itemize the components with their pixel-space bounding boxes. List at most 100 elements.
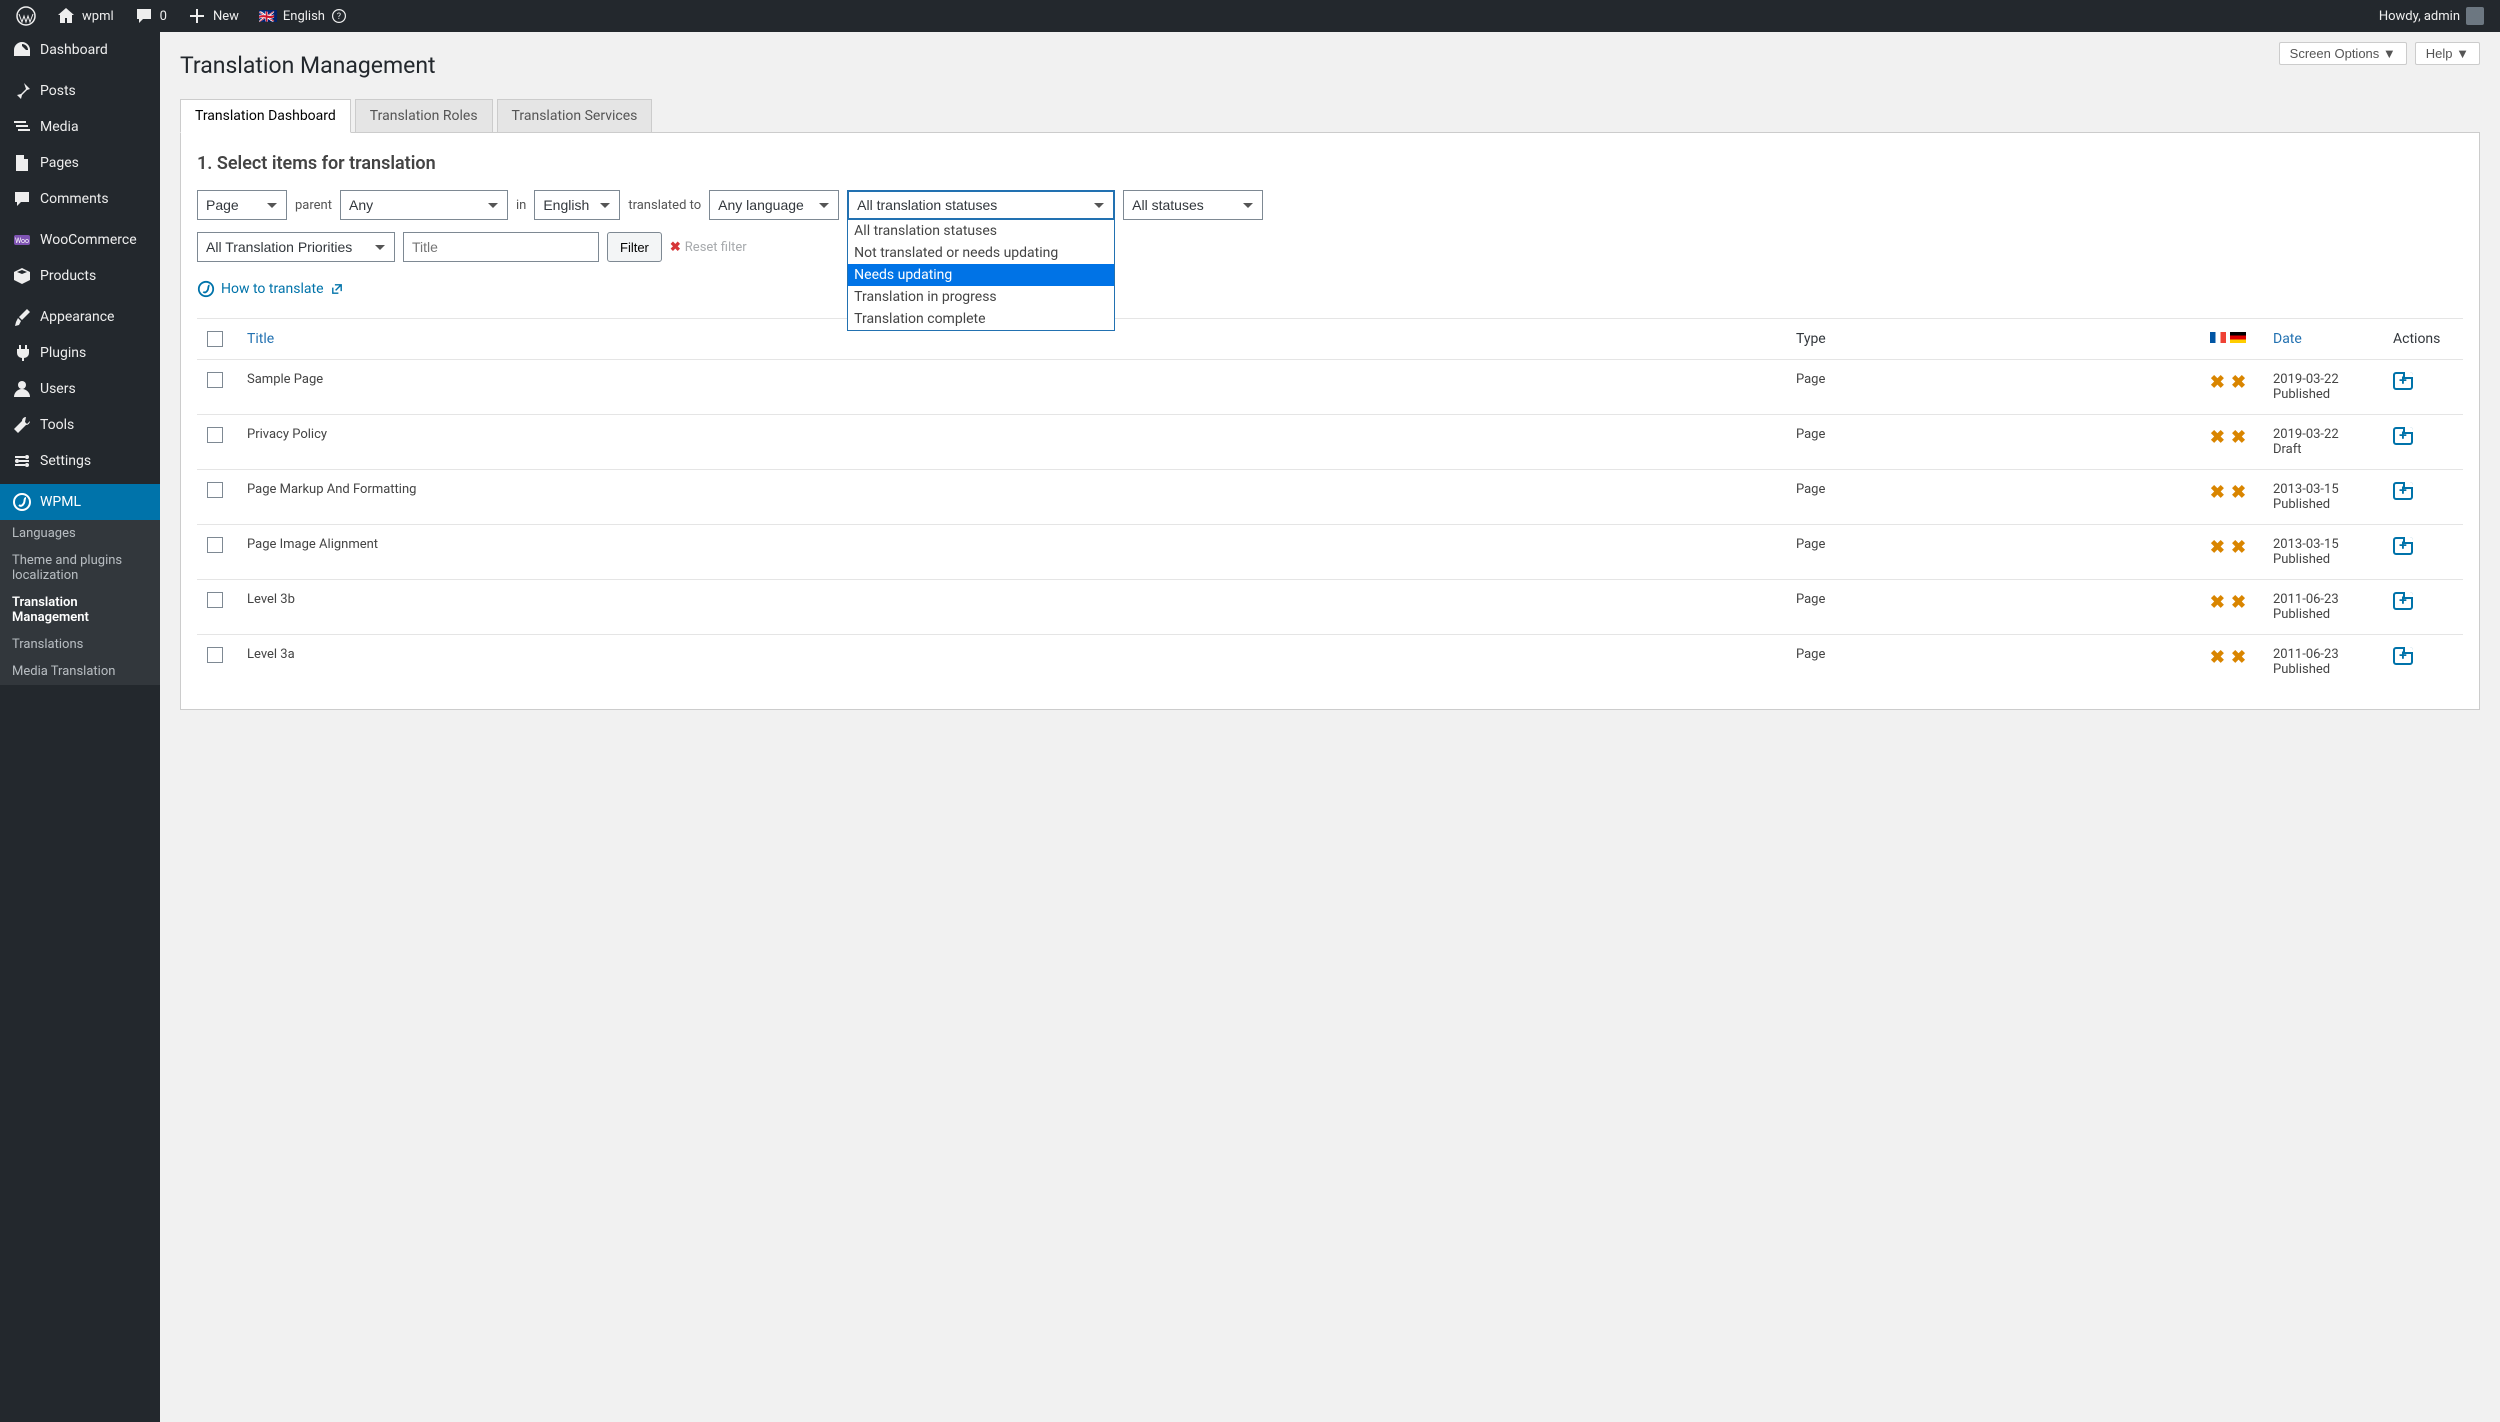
add-translation-button[interactable]: + [2393, 592, 2413, 610]
row-type: Page [1786, 360, 2193, 415]
tab-dashboard[interactable]: Translation Dashboard [180, 99, 351, 133]
add-translation-button[interactable]: + [2393, 537, 2413, 555]
filter-title-input[interactable] [403, 232, 599, 262]
row-date: 2019-03-22 [2273, 427, 2373, 442]
site-link[interactable]: wpml [48, 6, 122, 26]
status-option-all[interactable]: All translation statuses [848, 220, 1114, 242]
svg-text:Woo: Woo [15, 237, 29, 245]
row-checkbox[interactable] [207, 647, 223, 663]
woo-icon: Woo [12, 230, 32, 250]
page-icon [12, 153, 32, 173]
menu-appearance[interactable]: Appearance [0, 299, 160, 335]
not-translated-fr-icon[interactable]: ✖ [2210, 537, 2225, 558]
row-status: Published [2273, 662, 2373, 677]
row-checkbox[interactable] [207, 537, 223, 553]
submenu-media-translation[interactable]: Media Translation [0, 658, 160, 685]
not-translated-fr-icon[interactable]: ✖ [2210, 482, 2225, 503]
menu-dashboard[interactable]: Dashboard [0, 32, 160, 68]
menu-wpml[interactable]: WPML [0, 484, 160, 520]
admin-sidebar: Dashboard Posts Media Pages Comments Woo… [0, 32, 160, 1422]
status-dropdown-list: All translation statuses Not translated … [847, 219, 1115, 331]
items-table: Title Type Date Actions Sample Page [197, 318, 2463, 689]
menu-tools[interactable]: Tools [0, 407, 160, 443]
sliders-icon [12, 451, 32, 471]
wordpress-icon [16, 6, 36, 26]
home-icon [56, 6, 76, 26]
uk-flag-icon: 🇬🇧 [259, 10, 277, 22]
col-type: Type [1786, 319, 2193, 360]
help-button[interactable]: Help ▼ [2415, 42, 2480, 65]
row-date: 2011-06-23 [2273, 647, 2373, 662]
not-translated-de-icon[interactable]: ✖ [2231, 372, 2246, 393]
filter-translation-status[interactable]: All translation statuses [847, 190, 1115, 220]
globe-icon [12, 492, 32, 512]
status-option-complete[interactable]: Translation complete [848, 308, 1114, 330]
menu-settings[interactable]: Settings [0, 443, 160, 479]
in-label: in [516, 198, 526, 213]
select-all-checkbox[interactable] [207, 331, 223, 347]
comments-link[interactable]: 0 [126, 6, 175, 26]
row-title: Level 3a [237, 635, 1786, 690]
not-translated-de-icon[interactable]: ✖ [2231, 482, 2246, 503]
add-translation-button[interactable]: + [2393, 647, 2413, 665]
filter-language[interactable]: English [534, 190, 620, 220]
brush-icon [12, 307, 32, 327]
menu-pages[interactable]: Pages [0, 145, 160, 181]
not-translated-de-icon[interactable]: ✖ [2231, 427, 2246, 448]
menu-woocommerce[interactable]: Woo WooCommerce [0, 222, 160, 258]
not-translated-fr-icon[interactable]: ✖ [2210, 427, 2225, 448]
submenu-translations[interactable]: Translations [0, 631, 160, 658]
row-date: 2011-06-23 [2273, 592, 2373, 607]
filter-button[interactable]: Filter [607, 232, 662, 262]
user-menu[interactable]: Howdy, admin [2371, 7, 2492, 25]
row-checkbox[interactable] [207, 482, 223, 498]
status-option-not-translated[interactable]: Not translated or needs updating [848, 242, 1114, 264]
tab-roles[interactable]: Translation Roles [355, 99, 493, 132]
row-title: Sample Page [237, 360, 1786, 415]
not-translated-de-icon[interactable]: ✖ [2231, 647, 2246, 668]
not-translated-de-icon[interactable]: ✖ [2231, 592, 2246, 613]
svg-text:?: ? [337, 12, 341, 22]
menu-posts[interactable]: Posts [0, 73, 160, 109]
user-icon [12, 379, 32, 399]
reset-filter-link[interactable]: ✖Reset filter [670, 240, 747, 255]
status-option-in-progress[interactable]: Translation in progress [848, 286, 1114, 308]
col-date[interactable]: Date [2263, 319, 2383, 360]
filter-status[interactable]: All statuses [1123, 190, 1263, 220]
language-switcher[interactable]: 🇬🇧 English ? [251, 8, 355, 24]
menu-media[interactable]: Media [0, 109, 160, 145]
filter-priority[interactable]: All Translation Priorities [197, 232, 395, 262]
status-option-needs-updating[interactable]: Needs updating [848, 264, 1114, 286]
site-name: wpml [82, 9, 114, 24]
not-translated-fr-icon[interactable]: ✖ [2210, 592, 2225, 613]
media-icon [12, 117, 32, 137]
wp-logo[interactable] [8, 6, 44, 26]
new-link[interactable]: New [179, 6, 247, 26]
not-translated-de-icon[interactable]: ✖ [2231, 537, 2246, 558]
add-translation-button[interactable]: + [2393, 372, 2413, 390]
table-row: Sample Page Page ✖✖ 2019-03-22Published … [197, 360, 2463, 415]
howto-translate-link[interactable]: How to translate [197, 280, 344, 298]
row-checkbox[interactable] [207, 427, 223, 443]
filter-parent[interactable]: Any [340, 190, 508, 220]
menu-products[interactable]: Products [0, 258, 160, 294]
table-row: Page Markup And Formatting Page ✖✖ 2013-… [197, 470, 2463, 525]
menu-plugins[interactable]: Plugins [0, 335, 160, 371]
tab-services[interactable]: Translation Services [497, 99, 653, 132]
french-flag-icon [2210, 332, 2226, 343]
menu-comments[interactable]: Comments [0, 181, 160, 217]
filter-type[interactable]: Page [197, 190, 287, 220]
not-translated-fr-icon[interactable]: ✖ [2210, 647, 2225, 668]
add-translation-button[interactable]: + [2393, 482, 2413, 500]
submenu-languages[interactable]: Languages [0, 520, 160, 547]
admin-topbar: wpml 0 New 🇬🇧 English ? Howdy, admin [0, 0, 2500, 32]
row-checkbox[interactable] [207, 372, 223, 388]
not-translated-fr-icon[interactable]: ✖ [2210, 372, 2225, 393]
screen-options-button[interactable]: Screen Options ▼ [2279, 42, 2407, 65]
menu-users[interactable]: Users [0, 371, 160, 407]
submenu-theme-localization[interactable]: Theme and plugins localization [0, 547, 160, 589]
row-checkbox[interactable] [207, 592, 223, 608]
submenu-translation-management[interactable]: Translation Management [0, 589, 160, 631]
add-translation-button[interactable]: + [2393, 427, 2413, 445]
filter-translated-to[interactable]: Any language [709, 190, 839, 220]
